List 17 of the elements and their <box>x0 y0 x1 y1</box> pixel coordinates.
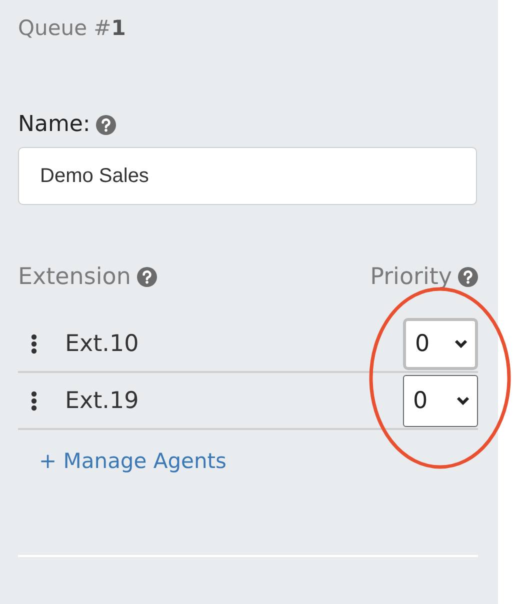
help-icon[interactable] <box>458 267 478 287</box>
name-field[interactable]: Demo Sales <box>18 147 477 205</box>
priority-select[interactable]: 0 <box>403 374 478 426</box>
drag-handle-icon[interactable] <box>31 390 37 410</box>
help-icon[interactable] <box>136 267 157 287</box>
extension-text: Ext.10 <box>65 330 140 356</box>
queue-title: Queue #1 <box>18 16 127 42</box>
column-header: Priority <box>370 264 452 290</box>
column-header: Extension <box>18 264 131 290</box>
priority-select[interactable]: 0 <box>403 318 478 370</box>
help-icon[interactable] <box>96 114 116 134</box>
drag-handle-icon[interactable] <box>31 334 37 354</box>
manage-agents-link[interactable]: + Manage Agents <box>39 449 226 473</box>
field-label: Name: <box>18 112 90 137</box>
chevron-down-icon <box>456 396 470 406</box>
chevron-down-icon <box>454 338 468 348</box>
extension-text: Ext.19 <box>65 388 140 414</box>
